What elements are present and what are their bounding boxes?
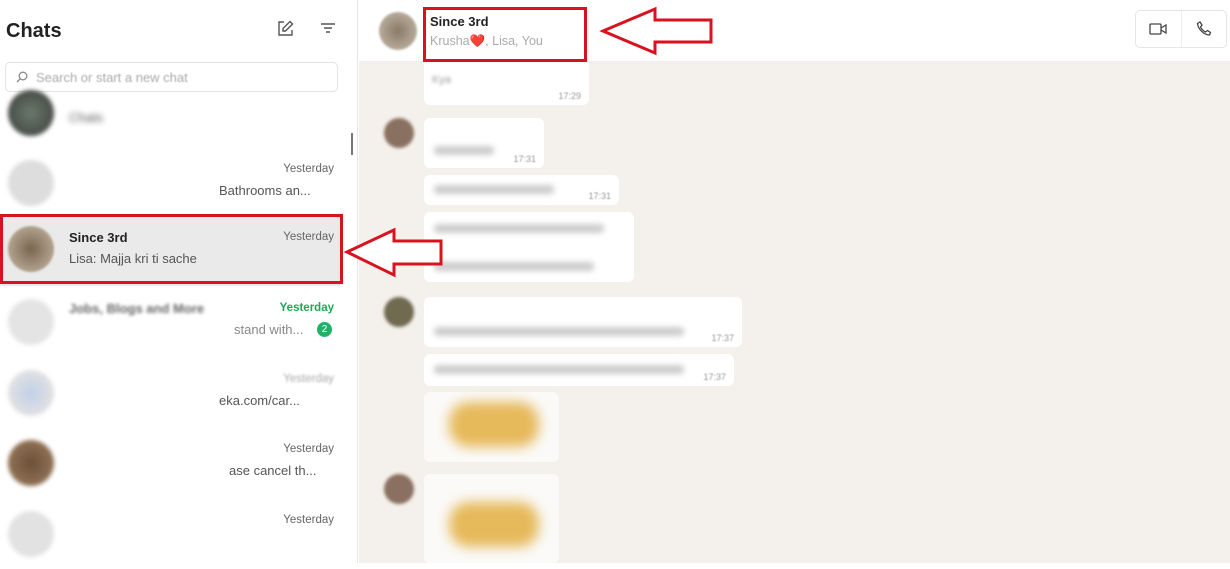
- video-call-button[interactable]: [1136, 11, 1181, 47]
- message-time: 17:37: [703, 372, 726, 382]
- message-text: [434, 224, 604, 233]
- chat-list-sidebar: Chats Search or start a new chat Chats Y…: [0, 0, 358, 563]
- message-bubble: 17:37: [424, 297, 742, 347]
- conversation-header[interactable]: Since 3rd Krusha❤️, Lisa, You: [359, 0, 1230, 62]
- chat-time: Yesterday: [283, 514, 334, 526]
- conversation-pane: Since 3rd Krusha❤️, Lisa, You Kya 17:29 …: [359, 0, 1230, 563]
- message-text: [434, 327, 684, 336]
- phone-icon: [1196, 21, 1212, 36]
- avatar: [8, 90, 54, 136]
- message-bubble: Kya 17:29: [424, 60, 589, 105]
- chat-list-item[interactable]: Yesterday eka.com/car...: [0, 358, 340, 428]
- group-members: Krusha❤️, Lisa, You: [430, 34, 543, 48]
- chat-name: Jobs, Blogs and More: [69, 301, 205, 316]
- message-time: 17:29: [558, 91, 581, 101]
- chat-preview: Lisa: Majja kri ti sache: [69, 251, 197, 266]
- avatar: [8, 440, 54, 486]
- chat-time: Yesterday: [283, 163, 334, 175]
- message-text: [434, 185, 554, 194]
- avatar: [8, 370, 54, 416]
- sticker-message: [424, 474, 559, 563]
- chat-preview: Bathrooms an...: [219, 183, 311, 198]
- message-bubble: [424, 212, 634, 282]
- message-bubble: 17:37: [424, 354, 734, 386]
- unread-badge: 2: [317, 322, 332, 337]
- message-time: 17:37: [711, 333, 734, 343]
- chat-preview: ase cancel th...: [229, 463, 317, 478]
- message-time: 17:31: [588, 191, 611, 201]
- avatar: [8, 226, 54, 272]
- message-text: [434, 365, 684, 374]
- video-camera-icon: [1149, 23, 1167, 35]
- message-time: 17:31: [513, 154, 536, 164]
- message-text: [434, 262, 594, 271]
- avatar: [8, 299, 54, 345]
- chat-list-item[interactable]: Yesterday Bathrooms an...: [0, 148, 340, 218]
- sender-avatar: [384, 474, 414, 504]
- chat-preview: stand with...: [234, 322, 304, 337]
- avatar: [8, 160, 54, 206]
- chat-list-item[interactable]: Chats: [0, 82, 340, 152]
- call-buttons: [1135, 10, 1227, 48]
- chat-time: Yesterday: [283, 231, 334, 243]
- chat-list-item[interactable]: Yesterday ase cancel th...: [0, 428, 340, 498]
- chat-list-item[interactable]: Jobs, Blogs and More Yesterday stand wit…: [0, 287, 340, 357]
- message-text: [434, 146, 494, 155]
- chat-preview: Chats: [69, 110, 103, 125]
- chat-list-item-since-3rd[interactable]: Since 3rd Yesterday Lisa: Majja kri ti s…: [0, 216, 340, 286]
- chat-time: Yesterday: [283, 443, 334, 455]
- message-bubble: 17:31: [424, 175, 619, 205]
- filter-icon[interactable]: [320, 20, 340, 40]
- new-chat-icon[interactable]: [276, 20, 296, 40]
- group-avatar[interactable]: [379, 12, 417, 50]
- message-text: Kya: [432, 74, 451, 86]
- avatar: [8, 511, 54, 557]
- chat-preview: eka.com/car...: [219, 393, 300, 408]
- message-bubble: 17:31: [424, 118, 544, 168]
- sidebar-title: Chats: [6, 20, 62, 42]
- chat-list-item[interactable]: Yesterday: [0, 499, 340, 569]
- chat-name: Since 3rd: [69, 230, 128, 245]
- group-name[interactable]: Since 3rd: [430, 14, 489, 29]
- voice-call-button[interactable]: [1180, 11, 1227, 47]
- sender-avatar: [384, 118, 414, 148]
- chat-time: Yesterday: [283, 373, 334, 385]
- chat-time: Yesterday: [279, 302, 334, 314]
- sticker-message: [424, 392, 559, 462]
- sticker-image: [449, 502, 539, 547]
- sender-avatar: [384, 297, 414, 327]
- scrollbar[interactable]: [351, 133, 353, 155]
- sticker-image: [449, 402, 539, 447]
